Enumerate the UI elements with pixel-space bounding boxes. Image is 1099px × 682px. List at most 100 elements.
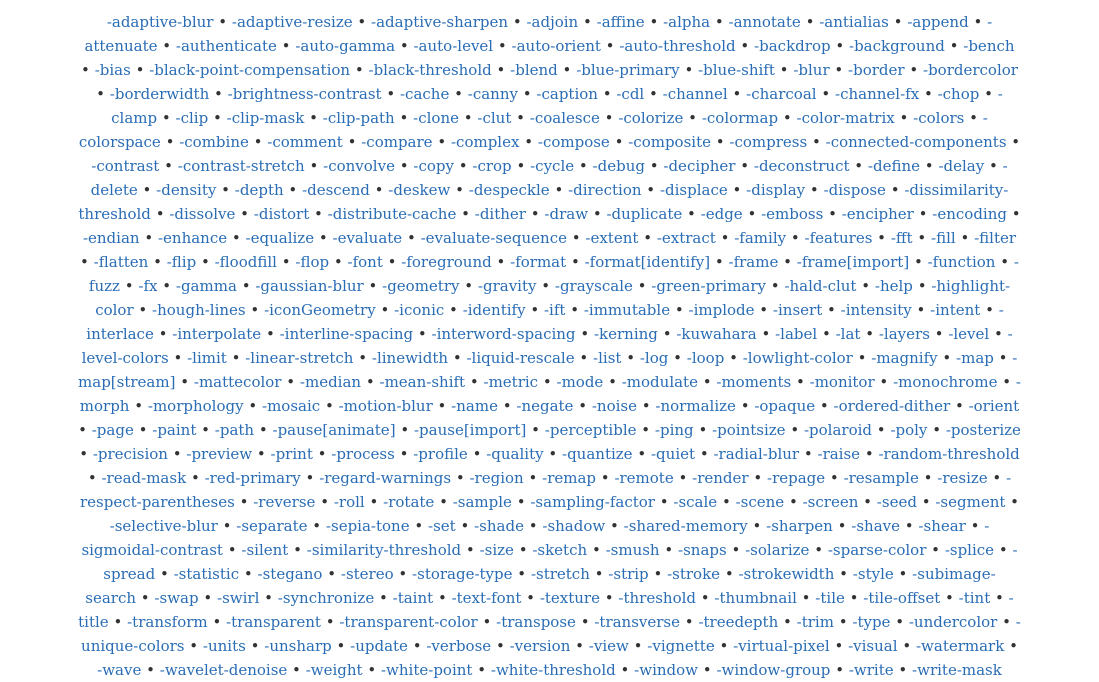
option-link[interactable]: -monitor: [810, 373, 875, 391]
option-link[interactable]: -fft: [891, 229, 913, 247]
option-link[interactable]: -immutable: [584, 301, 670, 319]
option-link[interactable]: -monochrome: [893, 373, 997, 391]
option-link[interactable]: -identify: [463, 301, 526, 319]
option-link[interactable]: -opaque: [754, 397, 815, 415]
option-link[interactable]: -black-threshold: [369, 61, 492, 79]
option-link[interactable]: -similarity-threshold: [307, 541, 461, 559]
option-link[interactable]: -iconGeometry: [264, 301, 376, 319]
option-link[interactable]: -window: [634, 661, 698, 679]
option-link[interactable]: -snaps: [678, 541, 727, 559]
option-link[interactable]: -separate: [236, 517, 307, 535]
option-link[interactable]: -dither: [475, 205, 526, 223]
option-link[interactable]: -sepia-tone: [326, 517, 410, 535]
option-link[interactable]: -descend: [302, 181, 370, 199]
option-link[interactable]: -units: [203, 637, 246, 655]
option-link[interactable]: -ping: [655, 421, 694, 439]
option-link[interactable]: -undercolor: [909, 613, 997, 631]
option-link[interactable]: -compose: [538, 133, 610, 151]
option-link[interactable]: -raise: [818, 445, 861, 463]
option-link[interactable]: -shear: [918, 517, 965, 535]
option-link[interactable]: -delay: [938, 157, 984, 175]
option-link[interactable]: -texture: [540, 589, 600, 607]
option-link[interactable]: -scene: [736, 493, 785, 511]
option-link[interactable]: -brightness-contrast: [228, 85, 382, 103]
option-link[interactable]: -transparent-color: [339, 613, 477, 631]
option-link[interactable]: -gamma: [176, 277, 237, 295]
option-link[interactable]: -vignette: [647, 637, 714, 655]
option-link[interactable]: -resize: [937, 469, 987, 487]
option-link[interactable]: -extract: [657, 229, 716, 247]
option-link[interactable]: -fx: [138, 277, 157, 295]
option-link[interactable]: -filter: [974, 229, 1016, 247]
option-link[interactable]: -regard-warnings: [319, 469, 451, 487]
option-link[interactable]: -foreground: [401, 253, 491, 271]
option-link[interactable]: -interword-spacing: [432, 325, 576, 343]
option-link[interactable]: -polaroid: [804, 421, 872, 439]
option-link[interactable]: -pause[animate]: [273, 421, 396, 439]
option-link[interactable]: -authenticate: [176, 37, 277, 55]
option-link[interactable]: -clip-path: [323, 109, 395, 127]
option-link[interactable]: -stroke: [667, 565, 720, 583]
option-link[interactable]: -storage-type: [412, 565, 512, 583]
option-link[interactable]: -moments: [716, 373, 791, 391]
option-link[interactable]: -region: [469, 469, 523, 487]
option-link[interactable]: -reverse: [253, 493, 315, 511]
option-link[interactable]: -mean-shift: [380, 373, 466, 391]
option-link[interactable]: -ordered-dither: [834, 397, 951, 415]
option-link[interactable]: -transverse: [594, 613, 680, 631]
option-link[interactable]: -mosaic: [262, 397, 320, 415]
option-link[interactable]: -blend: [510, 61, 558, 79]
option-link[interactable]: -gravity: [478, 277, 537, 295]
option-link[interactable]: -colormap: [702, 109, 778, 127]
option-link[interactable]: -channel-fx: [835, 85, 919, 103]
option-link[interactable]: -enhance: [158, 229, 227, 247]
option-link[interactable]: -perceptible: [545, 421, 637, 439]
option-link[interactable]: -transform: [127, 613, 208, 631]
option-link[interactable]: -colorize: [618, 109, 683, 127]
option-link[interactable]: -combine: [179, 133, 249, 151]
option-link[interactable]: -shave: [851, 517, 900, 535]
option-link[interactable]: -emboss: [761, 205, 823, 223]
option-link[interactable]: -copy: [413, 157, 454, 175]
option-link[interactable]: -green-primary: [651, 277, 766, 295]
option-link[interactable]: -clip: [176, 109, 209, 127]
option-link[interactable]: -distort: [254, 205, 309, 223]
option-link[interactable]: -level: [948, 325, 989, 343]
option-link[interactable]: -antialias: [819, 13, 889, 31]
option-link[interactable]: -frame[import]: [797, 253, 909, 271]
option-link[interactable]: -pause[import]: [414, 421, 526, 439]
option-link[interactable]: -sampling-factor: [530, 493, 655, 511]
option-link[interactable]: -transparent: [226, 613, 321, 631]
option-link[interactable]: -layers: [879, 325, 930, 343]
option-link[interactable]: -label: [775, 325, 817, 343]
option-link[interactable]: -orient: [969, 397, 1020, 415]
option-link[interactable]: -log: [640, 349, 669, 367]
option-link[interactable]: -distribute-cache: [328, 205, 457, 223]
option-link[interactable]: -scale: [673, 493, 717, 511]
option-link[interactable]: -screen: [803, 493, 859, 511]
option-link[interactable]: -process: [331, 445, 395, 463]
option-link[interactable]: -precision: [93, 445, 168, 463]
option-link[interactable]: -view: [589, 637, 629, 655]
option-link[interactable]: -type: [852, 613, 890, 631]
option-link[interactable]: -help: [875, 277, 913, 295]
option-link[interactable]: -sharpen: [766, 517, 833, 535]
option-link[interactable]: -splice: [945, 541, 994, 559]
option-link[interactable]: -clone: [413, 109, 459, 127]
option-link[interactable]: -mattecolor: [194, 373, 282, 391]
option-link[interactable]: -font: [348, 253, 383, 271]
option-link[interactable]: -white-point: [381, 661, 472, 679]
option-link[interactable]: -bordercolor: [923, 61, 1018, 79]
option-link[interactable]: -linewidth: [372, 349, 448, 367]
option-link[interactable]: -decipher: [663, 157, 735, 175]
option-link[interactable]: -median: [300, 373, 361, 391]
option-link[interactable]: -negate: [516, 397, 573, 415]
option-link[interactable]: -deskew: [388, 181, 450, 199]
option-link[interactable]: -flip: [167, 253, 196, 271]
option-link[interactable]: -quantize: [562, 445, 633, 463]
option-link[interactable]: -encipher: [842, 205, 914, 223]
option-link[interactable]: -profile: [413, 445, 468, 463]
option-link[interactable]: -white-threshold: [491, 661, 616, 679]
option-link[interactable]: -equalize: [246, 229, 315, 247]
option-link[interactable]: -selective-blur: [110, 517, 218, 535]
